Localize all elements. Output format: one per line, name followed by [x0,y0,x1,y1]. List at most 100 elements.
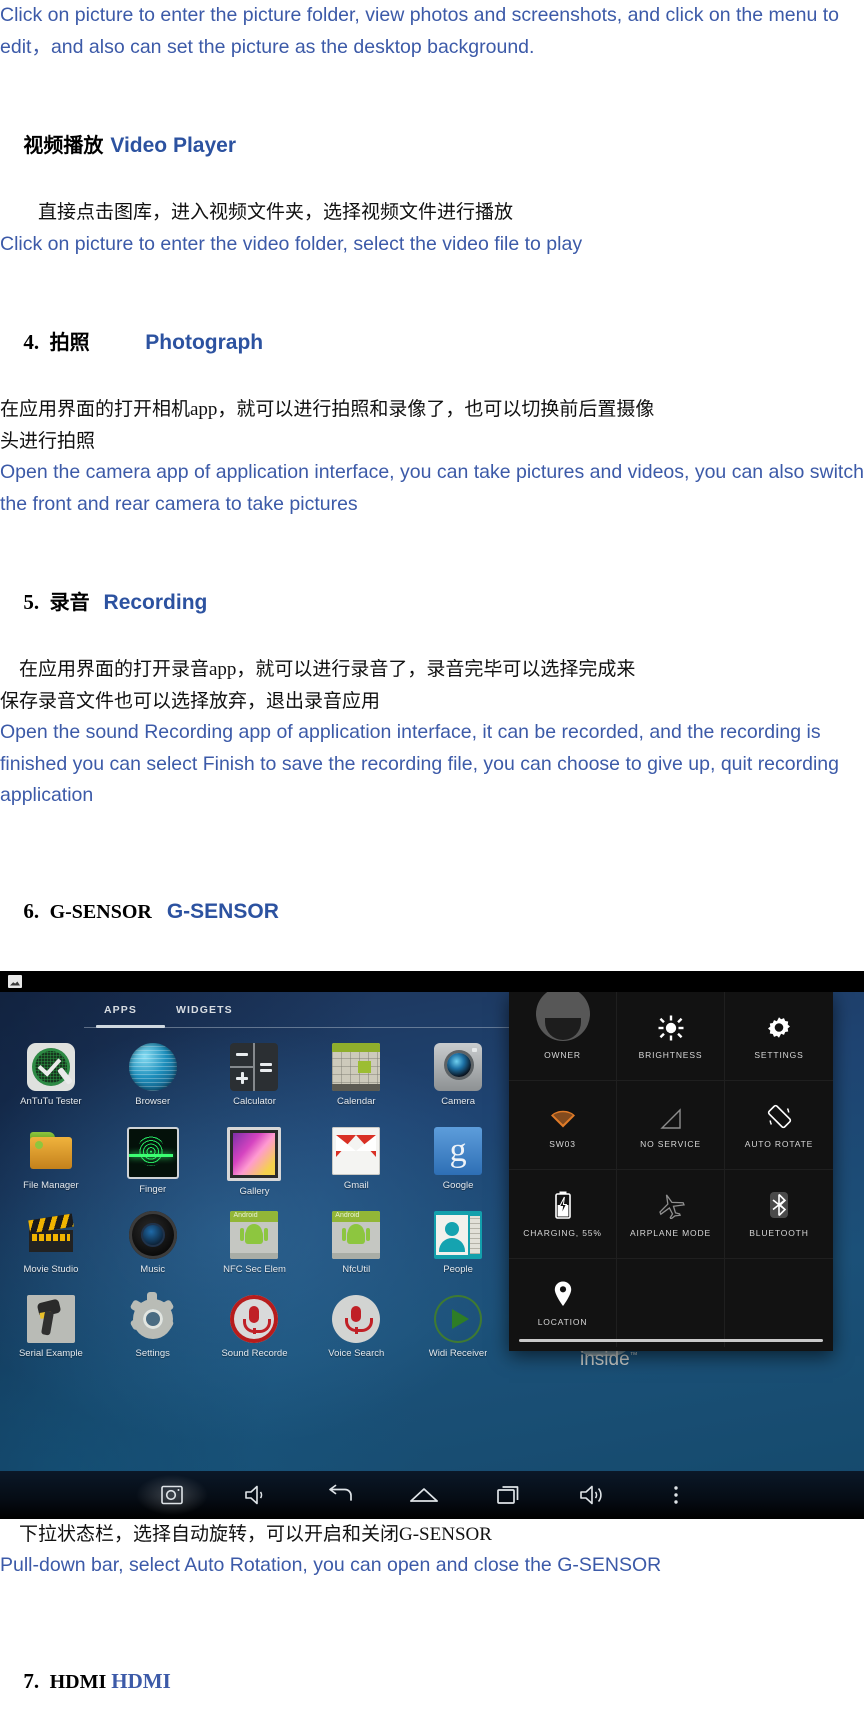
inside-text: inside [580,1348,630,1370]
volume-down-button[interactable] [214,1471,298,1519]
location-pin-icon [553,1278,573,1308]
app-icon-file-manager[interactable]: File Manager [0,1127,102,1203]
calendar-icon [332,1042,381,1091]
app-icon-settings[interactable]: Settings [102,1291,204,1371]
photograph-body-en: Open the camera app of application inter… [0,461,864,515]
app-icon-widi-receiver[interactable]: Widi Receiver [407,1295,509,1371]
gsensor-caption-en: Pull-down bar, select Auto Rotation, you… [0,1554,662,1576]
app-label: Google [442,1179,474,1191]
quick-tile-label: CHARGING, 55% [523,1228,602,1238]
quick-tile-label: SETTINGS [754,1050,804,1060]
video-heading-en: Video Player [110,134,236,157]
recording-heading-en: Recording [103,591,208,614]
camera-shutter-icon [161,1485,183,1504]
quick-tile-label: AIRPLANE MODE [630,1228,711,1238]
google-g-icon: g [434,1126,483,1175]
app-label: Gmail [343,1179,369,1191]
quick-tile-owner[interactable]: OWNER [509,987,617,1081]
app-icon-people[interactable]: People [407,1210,509,1287]
app-icon-nfcutil[interactable]: NfcUtil [305,1210,407,1287]
quick-tile-location[interactable]: LOCATION [509,1258,617,1347]
hdmi-heading-en: HDMI [111,1668,171,1693]
gmail-envelope-icon [332,1126,381,1175]
volume-high-icon [580,1485,602,1504]
recording-heading-cn: 录音 [49,590,90,614]
app-label: NfcUtil [342,1263,371,1275]
gear-icon [129,1291,177,1343]
recents-button[interactable] [466,1471,550,1519]
record-microphone-icon [230,1294,279,1343]
quick-tile-brightness[interactable]: BRIGHTNESS [617,991,725,1081]
signal-bars-icon [658,1100,684,1130]
screenshot-image-icon [8,974,22,988]
quick-tile-wifi[interactable]: SW03 [509,1080,617,1170]
tab-apps[interactable]: APPS [104,1004,137,1016]
bluetooth-icon [768,1189,790,1219]
navigation-buttons [130,1470,718,1519]
video-body-en: Click on picture to enter the video fold… [0,232,583,255]
gsensor-number: 6. [23,898,40,923]
app-icon-serial-example[interactable]: Serial Example [0,1294,102,1371]
app-label: NFC Sec Elem [223,1263,286,1275]
brightness-sun-icon [658,1011,684,1041]
screenshot-button[interactable] [130,1470,214,1519]
quick-tile-label: BRIGHTNESS [638,1050,703,1060]
app-label: File Manager [23,1179,79,1191]
panel-drag-handle[interactable] [519,1338,823,1342]
android-robot-icon [230,1210,279,1259]
app-icon-gmail[interactable]: Gmail [305,1126,407,1203]
tab-widgets[interactable]: WIDGETS [176,1004,233,1016]
app-label: Calendar [337,1095,376,1107]
back-button[interactable] [298,1471,382,1519]
video-heading-cn: 视频播放 [23,133,104,157]
app-icon-sound-recorder[interactable]: Sound Recorde [204,1294,306,1371]
quick-tile-label: AUTO ROTATE [744,1139,814,1149]
barcode-scanner-icon [26,1294,75,1343]
app-icon-voice-search[interactable]: Voice Search [305,1294,407,1371]
quick-settings-grid: OWNER BRIGHTNESS SETTINGS SW03 NO SERVIC… [509,987,833,1347]
battery-charging-icon [554,1189,572,1219]
user-avatar-icon [535,987,590,1041]
quick-tile-empty [725,1259,833,1347]
volume-low-icon [245,1485,263,1504]
app-icon-camera[interactable]: Camera [407,1042,509,1119]
app-icon-browser[interactable]: Browser [102,1042,204,1119]
app-icon-nfc-sec-elem[interactable]: NFC Sec Elem [204,1210,306,1287]
quick-tile-bluetooth[interactable]: BLUETOOTH [725,1170,833,1259]
recording-body-en: Open the sound Recording app of applicat… [0,721,845,806]
gallery-photo-icon [227,1126,282,1181]
app-icon-music[interactable]: Music [102,1210,204,1287]
home-button[interactable] [382,1471,466,1519]
app-icon-movie-studio[interactable]: Movie Studio [0,1211,102,1287]
video-player-heading: 视频播放 Video Player [0,94,864,197]
microphone-icon [332,1294,381,1343]
app-label: Calculator [233,1095,276,1107]
app-icon-gallery[interactable]: Gallery [204,1126,306,1203]
quick-tile-settings[interactable]: SETTINGS [725,992,833,1081]
app-icon-google[interactable]: g Google [407,1126,509,1203]
app-icon-antutu-tester[interactable]: AnTuTu Tester [0,1042,102,1119]
quick-tile-battery[interactable]: CHARGING, 55% [509,1169,617,1259]
trademark-symbol: ™ [629,1350,638,1360]
antutu-icon [26,1042,75,1091]
gsensor-heading-en: G-SENSOR [166,899,279,923]
photograph-heading-cn: 拍照 [49,330,90,354]
app-icon-calculator[interactable]: Calculator [204,1042,306,1119]
app-icon-calendar[interactable]: Calendar [305,1042,407,1119]
gsensor-heading: 6. G-SENSOR G-SENSOR [0,860,864,963]
app-grid: AnTuTu Tester Browser Calculator Calenda… [0,1042,509,1371]
quick-tile-airplane-mode[interactable]: AIRPLANE MODE [617,1169,725,1259]
app-icon-finger[interactable]: Finger [102,1126,204,1203]
volume-up-button[interactable] [550,1471,634,1519]
photograph-heading: 4. 拍照 Photograph [0,291,864,394]
app-label: Music [140,1263,166,1275]
overflow-menu-button[interactable] [634,1471,718,1519]
three-dots-icon [674,1485,678,1504]
app-label: Settings [135,1347,170,1359]
gsensor-caption-cn: 下拉状态栏，选择自动旋转，可以开启和关闭G-SENSOR [0,1523,492,1545]
quick-tile-no-service[interactable]: NO SERVICE [617,1080,725,1170]
quick-tile-auto-rotate[interactable]: AUTO ROTATE [725,1081,833,1170]
manual-page: Click on picture to enter the picture fo… [0,0,864,1733]
